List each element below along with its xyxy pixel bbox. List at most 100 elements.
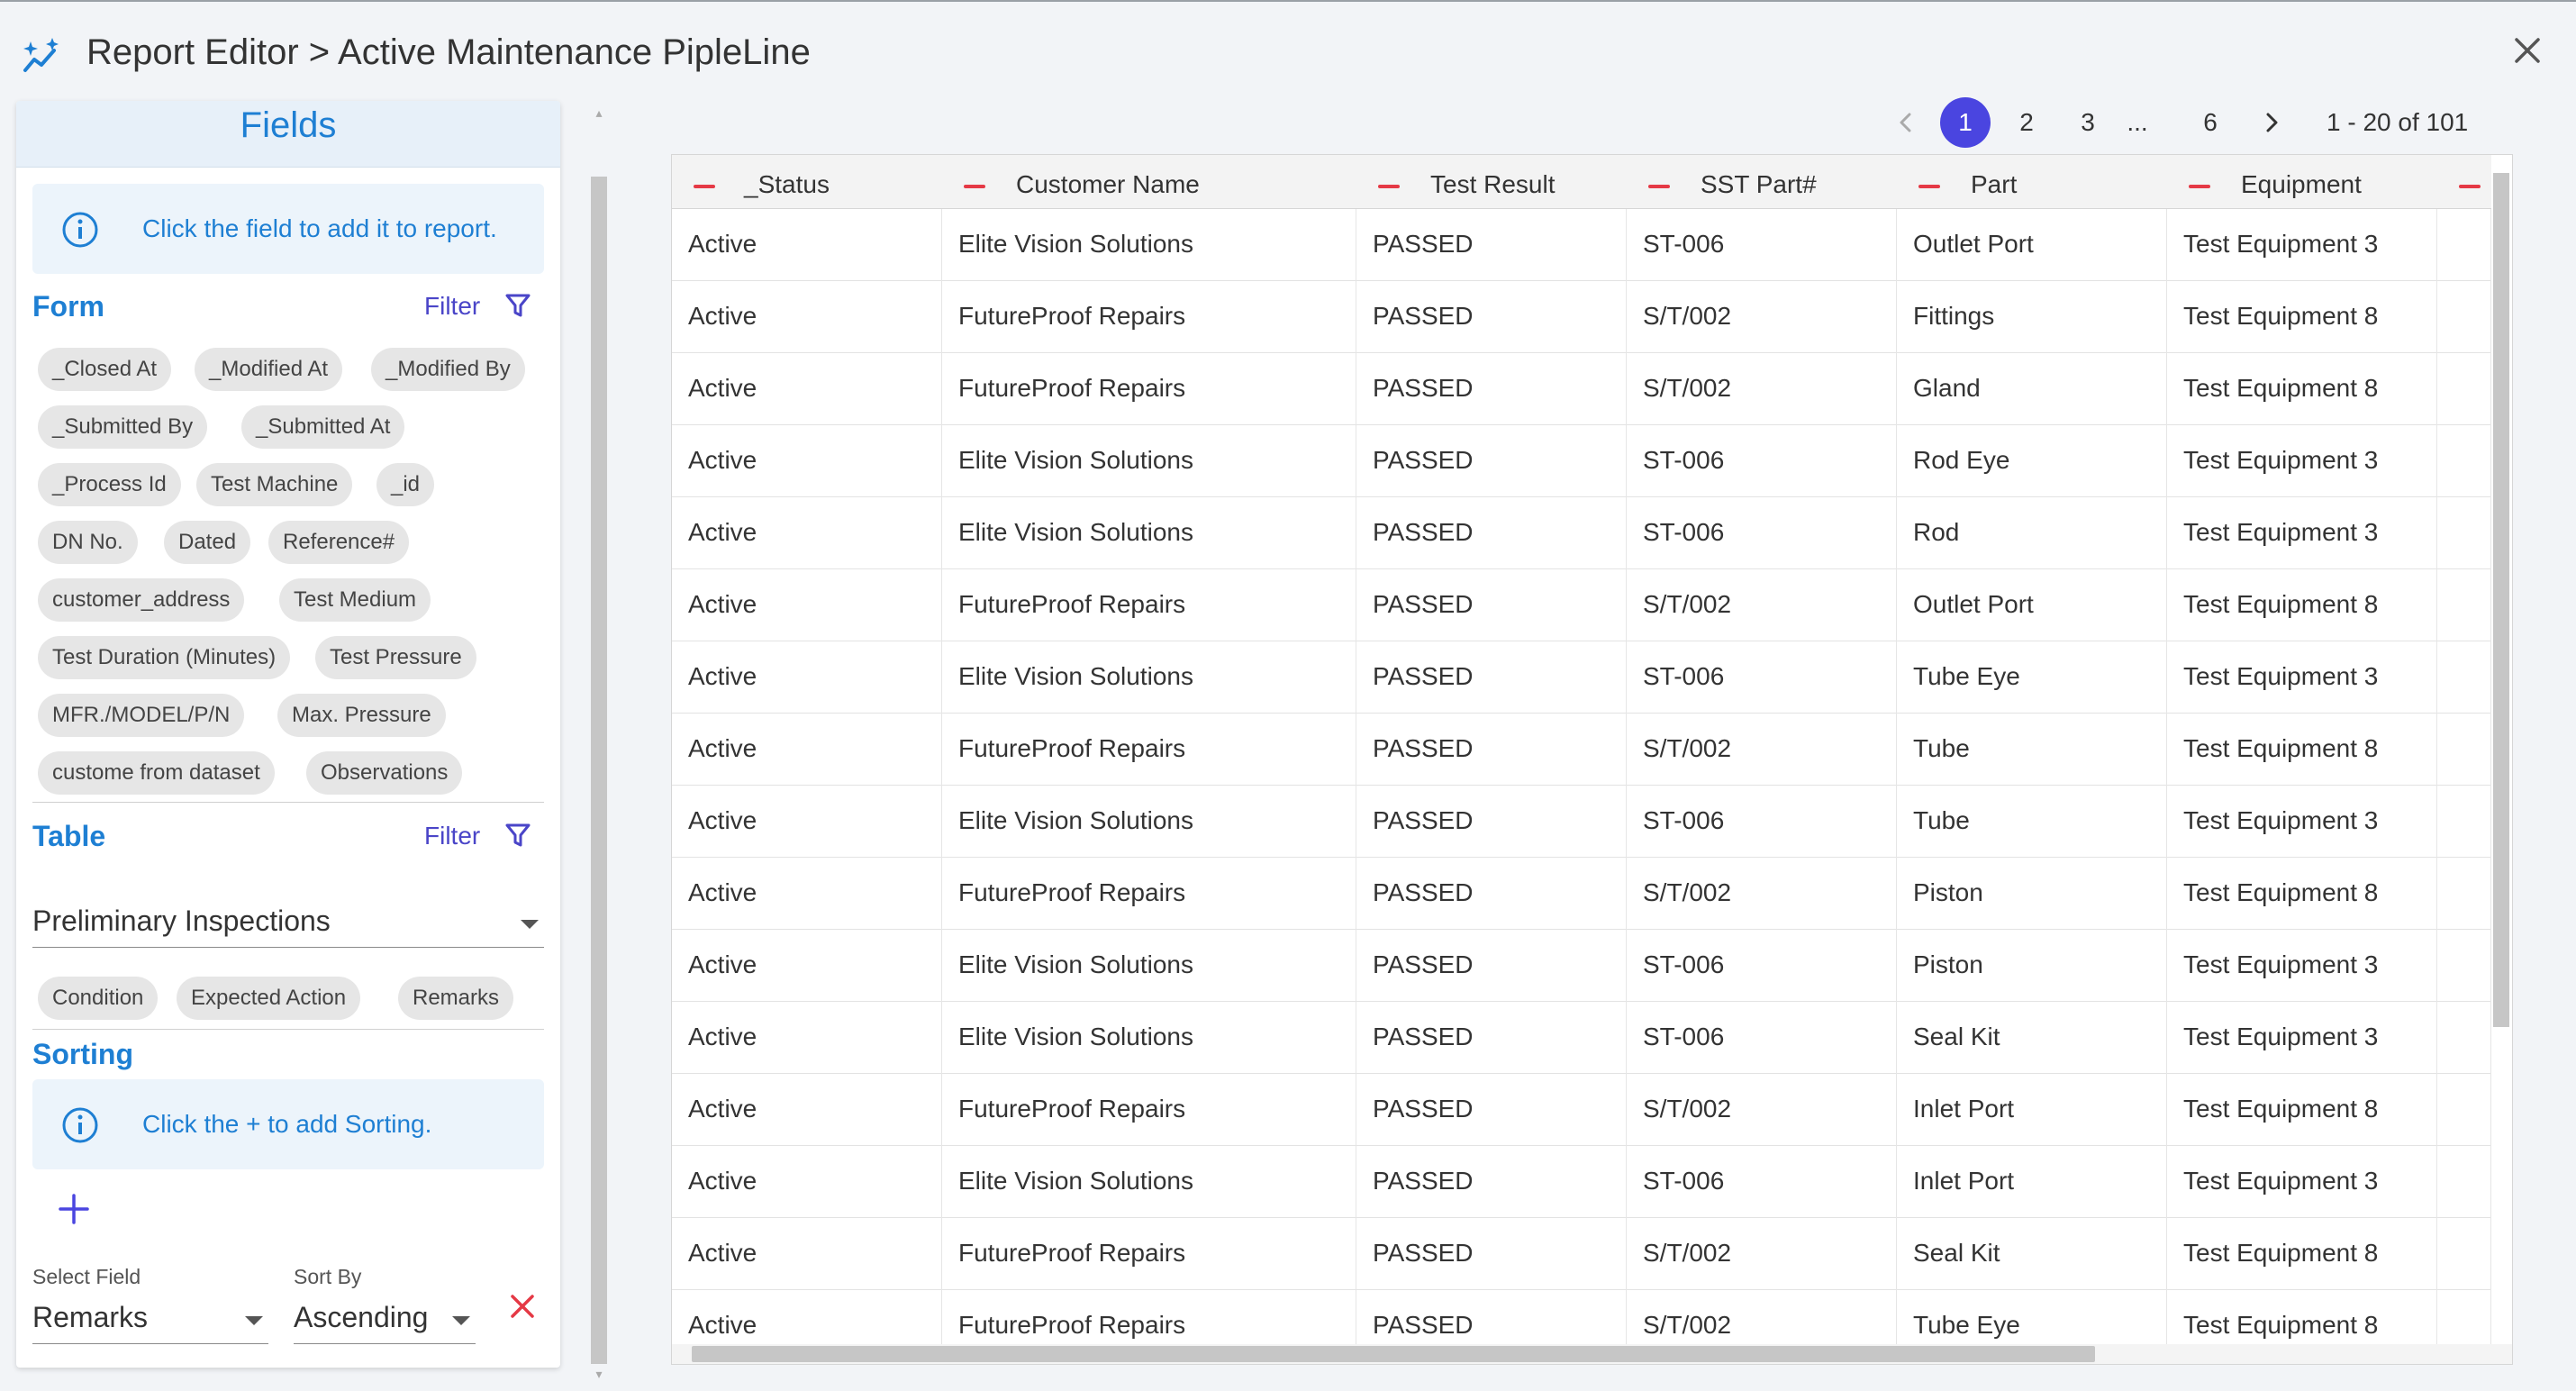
chevron-right-icon[interactable] (2259, 110, 2284, 135)
table-row[interactable]: Active Elite Vision Solutions PASSED ST-006… (672, 930, 2491, 1002)
page-button-1[interactable]: 1 (1940, 97, 1991, 148)
field-chip[interactable]: Expected Action (177, 977, 361, 1020)
field-chip[interactable]: Reference# (268, 521, 410, 564)
table-cell: Seal Kit (1897, 1218, 2167, 1290)
sort-by-dropdown[interactable]: Ascending (294, 1290, 476, 1344)
column-header[interactable] (2437, 155, 2491, 209)
field-chip[interactable]: _Modified At (195, 348, 343, 391)
column-header[interactable]: Part (1897, 155, 2167, 209)
remove-column-icon[interactable] (2459, 185, 2481, 188)
table-row[interactable]: Active Elite Vision Solutions PASSED ST-006… (672, 641, 2491, 714)
page-button-3[interactable]: 3 (2063, 97, 2113, 148)
table-row[interactable]: Active FutureProof Repairs PASSED S/T/002 Ou… (672, 569, 2491, 641)
table-cell (2437, 353, 2491, 425)
select-field-value: Remarks (32, 1301, 149, 1333)
remove-column-icon[interactable] (694, 185, 715, 188)
panel-scrollbar[interactable] (591, 177, 607, 1364)
field-chip[interactable]: _Process Id (38, 463, 181, 506)
remove-column-icon[interactable] (964, 185, 985, 188)
close-icon[interactable] (2509, 32, 2545, 68)
scroll-up-arrow[interactable]: ▴ (593, 106, 605, 119)
form-section-title: Form (32, 290, 104, 323)
field-chip[interactable]: Test Medium (279, 578, 431, 622)
field-chip[interactable]: customer_address (38, 578, 245, 622)
chevron-left-icon[interactable] (1893, 110, 1918, 135)
table-row[interactable]: Active Elite Vision Solutions PASSED ST-006… (672, 1002, 2491, 1074)
field-chip[interactable]: Test Machine (196, 463, 353, 506)
table-row[interactable]: Active FutureProof Repairs PASSED S/T/002 Fi… (672, 281, 2491, 353)
table-cell: Outlet Port (1897, 209, 2167, 281)
table-row[interactable]: Active Elite Vision Solutions PASSED ST-006… (672, 1146, 2491, 1218)
table-vertical-scrollbar[interactable] (2493, 173, 2509, 1027)
table-cell: PASSED (1356, 425, 1627, 497)
table-row[interactable]: Active Elite Vision Solutions PASSED ST-006… (672, 209, 2491, 281)
table-cell: Active (672, 930, 942, 1002)
field-chip[interactable]: _Closed At (38, 348, 172, 391)
table-cell: Active (672, 497, 942, 569)
info-icon (62, 212, 98, 248)
table-row[interactable]: Active FutureProof Repairs PASSED S/T/002 Se… (672, 1218, 2491, 1290)
table-cell: PASSED (1356, 641, 1627, 714)
column-header[interactable]: Customer Name (942, 155, 1356, 209)
table-row[interactable]: Active Elite Vision Solutions PASSED ST-006… (672, 786, 2491, 858)
field-chip[interactable]: MFR./MODEL/P/N (38, 694, 245, 737)
table-cell: Test Equipment 8 (2167, 714, 2437, 786)
remove-x-icon[interactable] (506, 1290, 539, 1323)
table-cell: Active (672, 1002, 942, 1074)
field-chip[interactable]: _Modified By (371, 348, 525, 391)
field-chip[interactable]: Max. Pressure (277, 694, 446, 737)
field-chip[interactable]: _Submitted At (241, 405, 405, 449)
table-cell: Active (672, 1218, 942, 1290)
page-title: Report Editor > Active Maintenance Piple… (86, 32, 811, 72)
column-header[interactable]: Equipment (2167, 155, 2437, 209)
table-cell: Seal Kit (1897, 1002, 2167, 1074)
table-cell: Test Equipment 3 (2167, 425, 2437, 497)
page-button-2[interactable]: 2 (2001, 97, 2052, 148)
table-cell (2437, 281, 2491, 353)
plus-icon[interactable] (56, 1191, 92, 1227)
field-chip[interactable]: custome from dataset (38, 751, 275, 795)
field-chip[interactable]: Dated (164, 521, 251, 564)
remove-column-icon[interactable] (2189, 185, 2210, 188)
table-cell: ST-006 (1627, 209, 1897, 281)
form-filter-link[interactable]: Filter (424, 292, 480, 321)
table-row[interactable]: Active FutureProof Repairs PASSED S/T/002 Gl… (672, 353, 2491, 425)
field-chip[interactable]: DN No. (38, 521, 138, 564)
table-row[interactable]: Active Elite Vision Solutions PASSED ST-006… (672, 497, 2491, 569)
table-cell (2437, 714, 2491, 786)
remove-column-icon[interactable] (1378, 185, 1400, 188)
table-filter-link[interactable]: Filter (424, 822, 480, 850)
field-chip[interactable]: _Submitted By (38, 405, 208, 449)
table-row[interactable]: Active FutureProof Repairs PASSED S/T/002 Tu… (672, 714, 2491, 786)
remove-column-icon[interactable] (1918, 185, 1940, 188)
field-chip[interactable]: Observations (306, 751, 463, 795)
field-chip[interactable]: Test Pressure (315, 636, 476, 679)
page-ellipsis[interactable]: ... (2112, 97, 2163, 148)
remove-column-icon[interactable] (1648, 185, 1670, 188)
scroll-down-arrow[interactable]: ▾ (593, 1368, 605, 1380)
field-chip[interactable]: Test Duration (Minutes) (38, 636, 291, 679)
select-field-dropdown[interactable]: Remarks (32, 1290, 268, 1344)
filter-icon[interactable] (504, 292, 531, 319)
sorting-info-box: Click the + to add Sorting. (32, 1079, 544, 1169)
field-chip[interactable]: Remarks (398, 977, 514, 1020)
table-row[interactable]: Active Elite Vision Solutions PASSED ST-006… (672, 425, 2491, 497)
page-button-6[interactable]: 6 (2185, 97, 2236, 148)
table-cell: Test Equipment 8 (2167, 281, 2437, 353)
table-cell: PASSED (1356, 1002, 1627, 1074)
column-header[interactable]: Test Result (1356, 155, 1627, 209)
field-chip[interactable]: Condition (38, 977, 159, 1020)
table-horizontal-scrollbar[interactable] (692, 1346, 2095, 1362)
table-cell: Elite Vision Solutions (942, 641, 1356, 714)
table-cell: FutureProof Repairs (942, 858, 1356, 930)
table-row[interactable]: Active FutureProof Repairs PASSED S/T/002 In… (672, 1074, 2491, 1146)
filter-icon[interactable] (504, 822, 531, 849)
table-cell (2437, 641, 2491, 714)
column-header[interactable]: SST Part# (1627, 155, 1897, 209)
field-chip[interactable]: _id (376, 463, 435, 506)
table-cell: Active (672, 281, 942, 353)
caret-down-icon (452, 1316, 470, 1325)
table-row[interactable]: Active FutureProof Repairs PASSED S/T/002 Pi… (672, 858, 2491, 930)
column-header[interactable]: _Status (672, 155, 942, 209)
table-select-dropdown[interactable]: Preliminary Inspections (32, 894, 544, 948)
